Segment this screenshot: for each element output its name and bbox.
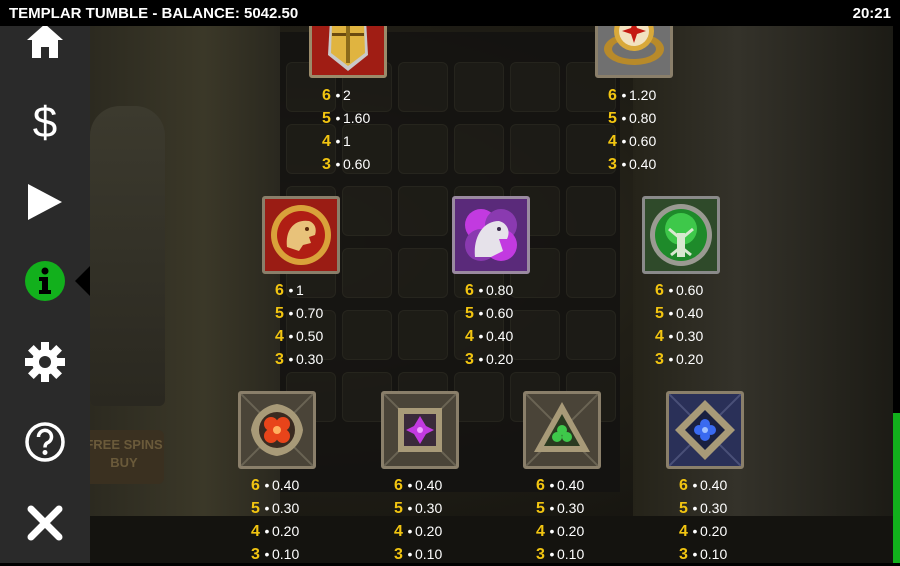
pay-row: 5 • 0.30 — [251, 500, 300, 517]
clock: 20:21 — [852, 5, 891, 22]
active-pointer — [75, 266, 90, 296]
top-bar: TEMPLAR TUMBLE - BALANCE: 5042.50 20:21 — [0, 0, 900, 26]
pay-row: 3 • 0.60 — [322, 156, 371, 173]
free-spins-buy-button: FREE SPINS BUY — [90, 430, 164, 484]
pay-row: 4 • 1 — [322, 133, 351, 150]
pay-row: 5 • 0.60 — [465, 305, 514, 322]
tree-icon — [645, 199, 717, 271]
pay-row: 5 • 0.70 — [275, 305, 324, 322]
help-icon — [25, 422, 65, 462]
scroll-indicator[interactable] — [893, 413, 900, 563]
pay-row: 3 • 0.40 — [608, 156, 657, 173]
pay-row: 5 • 0.30 — [536, 500, 585, 517]
pay-row: 6 • 0.60 — [655, 282, 704, 299]
pay-row: 5 • 0.30 — [679, 500, 728, 517]
paytable-green-gem: 6 • 0.40 5 • 0.30 4 • 0.20 3 • 0.10 — [536, 474, 584, 566]
pay-row: 5 • 0.40 — [655, 305, 704, 322]
pay-row: 4 • 0.60 — [608, 133, 657, 150]
pay-row: 4 • 0.30 — [655, 328, 704, 345]
close-icon — [27, 505, 63, 541]
pay-row: 5 • 0.30 — [394, 500, 443, 517]
pay-row: 4 • 0.20 — [251, 523, 300, 540]
paytable-horse: 6 • 0.80 5 • 0.60 4 • 0.40 3 • 0.20 — [465, 279, 513, 371]
dollar-icon: $ — [33, 99, 57, 145]
symbol-blue-gem — [666, 391, 744, 469]
pay-row: 6 • 0.40 — [394, 477, 443, 494]
pay-row: 6 • 0.80 — [465, 282, 514, 299]
pay-row: 4 • 0.50 — [275, 328, 324, 345]
paytable-red-gem: 6 • 0.40 5 • 0.30 4 • 0.20 3 • 0.10 — [251, 474, 299, 566]
symbol-horse — [452, 196, 530, 274]
blue-gem-icon — [669, 394, 741, 466]
symbol-red-gem — [238, 391, 316, 469]
pay-row: 3 • 0.20 — [465, 351, 514, 368]
autoplay-button[interactable] — [15, 179, 75, 225]
symbol-lion — [262, 196, 340, 274]
pay-row: 4 • 0.20 — [536, 523, 585, 540]
pay-row: 6 • 2 — [322, 87, 351, 104]
pay-row: 5 • 0.80 — [608, 110, 657, 127]
pay-row: 4 • 0.40 — [465, 328, 514, 345]
paytable-helmet: 6 • 2 5 • 1.60 4 • 1 3 • 0.60 — [322, 84, 370, 176]
pay-row: 4 • 0.20 — [679, 523, 728, 540]
pay-row: 3 • 0.20 — [655, 351, 704, 368]
info-button[interactable] — [15, 258, 75, 304]
horse-icon — [455, 199, 527, 271]
play-icon — [28, 184, 62, 220]
lion-icon — [265, 199, 337, 271]
green-gem-icon — [526, 394, 598, 466]
symbol-tree — [642, 196, 720, 274]
settings-button[interactable] — [15, 339, 75, 385]
pay-row: 6 • 0.40 — [679, 477, 728, 494]
paytable-lion: 6 • 1 5 • 0.70 4 • 0.50 3 • 0.30 — [275, 279, 323, 371]
home-icon — [27, 24, 63, 58]
gear-icon — [25, 342, 65, 382]
pay-row: 5 • 1.60 — [322, 110, 371, 127]
svg-text:$: $ — [33, 99, 57, 145]
pay-row: 3 • 0.30 — [275, 351, 324, 368]
pay-row: 6 • 0.40 — [536, 477, 585, 494]
paytable-blue-gem: 6 • 0.40 5 • 0.30 4 • 0.20 3 • 0.10 — [679, 474, 727, 566]
bet-button[interactable]: $ — [15, 99, 75, 145]
help-button[interactable] — [15, 419, 75, 465]
paytable-purple-gem: 6 • 0.40 5 • 0.30 4 • 0.20 3 • 0.10 — [394, 474, 442, 566]
symbol-green-gem — [523, 391, 601, 469]
pay-row: 4 • 0.20 — [394, 523, 443, 540]
info-icon — [25, 261, 65, 301]
pay-row: 6 • 0.40 — [251, 477, 300, 494]
knight-statue — [90, 106, 165, 406]
close-button[interactable] — [15, 500, 75, 546]
paytable-tree: 6 • 0.60 5 • 0.40 4 • 0.30 3 • 0.20 — [655, 279, 703, 371]
symbol-purple-gem — [381, 391, 459, 469]
balance-title: TEMPLAR TUMBLE - BALANCE: 5042.50 — [9, 5, 299, 22]
purple-gem-icon — [384, 394, 456, 466]
pay-row: 6 • 1.20 — [608, 87, 657, 104]
pay-row: 6 • 1 — [275, 282, 304, 299]
paytable-ring: 6 • 1.20 5 • 0.80 4 • 0.60 3 • 0.40 — [608, 84, 656, 176]
red-gem-icon — [241, 394, 313, 466]
